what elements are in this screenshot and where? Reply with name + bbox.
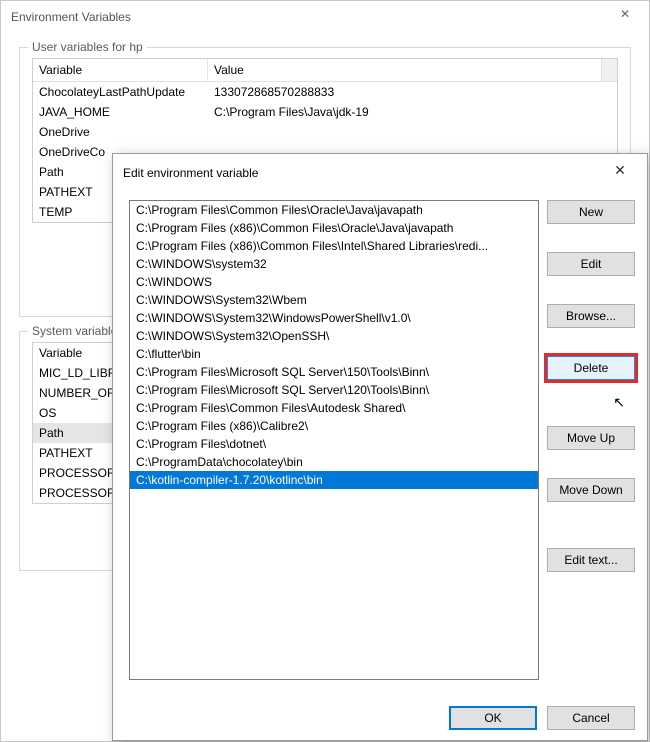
list-item[interactable]: C:\WINDOWS\System32\WindowsPowerShell\v1…	[130, 309, 538, 327]
parent-titlebar: Environment Variables ✕	[1, 1, 649, 33]
list-item[interactable]: C:\Program Files\Common Files\Autodesk S…	[130, 399, 538, 417]
table-row[interactable]: JAVA_HOMEC:\Program Files\Java\jdk-19	[33, 102, 617, 122]
list-item[interactable]: C:\ProgramData\chocolatey\bin	[130, 453, 538, 471]
user-vars-label: User variables for hp	[28, 40, 147, 54]
list-item[interactable]: C:\Program Files\Microsoft SQL Server\15…	[130, 363, 538, 381]
var-value	[208, 122, 617, 142]
list-item[interactable]: C:\Program Files (x86)\Calibre2\	[130, 417, 538, 435]
modal-title-text: Edit environment variable	[123, 166, 258, 180]
var-value: C:\Program Files\Java\jdk-19	[208, 102, 617, 122]
table-row[interactable]: OneDrive	[33, 122, 617, 142]
col-variable[interactable]: Variable	[33, 59, 208, 81]
list-item[interactable]: C:\Program Files\Microsoft SQL Server\12…	[130, 381, 538, 399]
table-header: Variable Value	[33, 59, 617, 82]
cancel-button[interactable]: Cancel	[547, 706, 635, 730]
browse-button[interactable]: Browse...	[547, 304, 635, 328]
move-up-button[interactable]: Move Up	[547, 426, 635, 450]
list-item[interactable]: C:\Program Files\dotnet\	[130, 435, 538, 453]
list-item[interactable]: C:\kotlin-compiler-1.7.20\kotlinc\bin	[130, 471, 538, 489]
edit-text-button[interactable]: Edit text...	[547, 548, 635, 572]
list-item[interactable]: C:\WINDOWS\system32	[130, 255, 538, 273]
edit-env-var-dialog: Edit environment variable ✕ C:\Program F…	[112, 153, 648, 741]
new-button[interactable]: New	[547, 200, 635, 224]
var-name: JAVA_HOME	[33, 102, 208, 122]
var-name: ChocolateyLastPathUpdate	[33, 82, 208, 102]
ok-button[interactable]: OK	[449, 706, 537, 730]
move-down-button[interactable]: Move Down	[547, 478, 635, 502]
close-icon[interactable]: ✕	[611, 7, 639, 27]
bottom-buttons: OK Cancel	[449, 706, 635, 730]
list-item[interactable]: C:\Program Files (x86)\Common Files\Orac…	[130, 219, 538, 237]
list-item[interactable]: C:\WINDOWS\System32\Wbem	[130, 291, 538, 309]
col-value[interactable]: Value	[208, 59, 601, 81]
var-name: OneDrive	[33, 122, 208, 142]
edit-button[interactable]: Edit	[547, 252, 635, 276]
var-value: 133072868570288833	[208, 82, 617, 102]
delete-button[interactable]: Delete	[547, 356, 635, 380]
table-row[interactable]: ChocolateyLastPathUpdate1330728685702888…	[33, 82, 617, 102]
list-item[interactable]: C:\WINDOWS\System32\OpenSSH\	[130, 327, 538, 345]
close-icon[interactable]: ✕	[603, 162, 637, 184]
list-item[interactable]: C:\Program Files\Common Files\Oracle\Jav…	[130, 201, 538, 219]
list-item[interactable]: C:\WINDOWS	[130, 273, 538, 291]
side-button-stack: New Edit Browse... Delete Move Up Move D…	[547, 200, 635, 572]
path-listbox[interactable]: C:\Program Files\Common Files\Oracle\Jav…	[129, 200, 539, 680]
scroll-head	[601, 59, 617, 81]
modal-titlebar: Edit environment variable ✕	[113, 154, 647, 190]
list-item[interactable]: C:\Program Files (x86)\Common Files\Inte…	[130, 237, 538, 255]
list-item[interactable]: C:\flutter\bin	[130, 345, 538, 363]
parent-title-text: Environment Variables	[11, 10, 131, 24]
